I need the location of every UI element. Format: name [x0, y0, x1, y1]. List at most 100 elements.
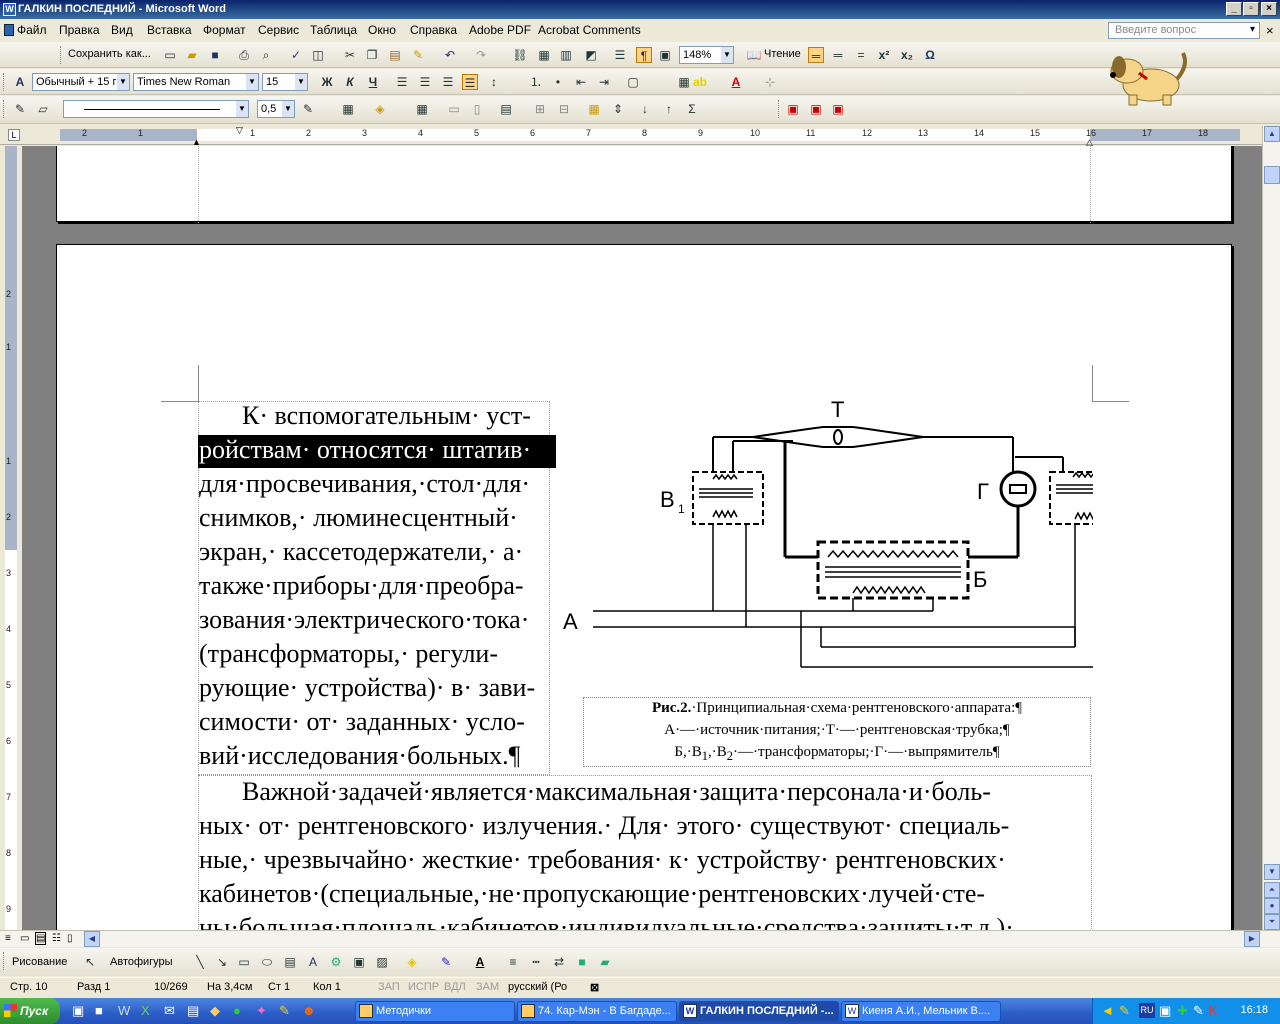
paragraph-line[interactable]: рующие· устройства)· в· зави-	[199, 671, 535, 705]
arrow-style-icon[interactable]: ⇄	[551, 954, 567, 970]
align-left-icon[interactable]: ☰	[394, 74, 410, 90]
normal-view-icon[interactable]: ≡	[5, 933, 11, 944]
menu-format[interactable]: Формат	[203, 23, 246, 37]
insert-hyperlink-icon[interactable]: ⛓	[512, 47, 528, 63]
paste-icon[interactable]: ▤	[387, 47, 403, 63]
undo-icon[interactable]: ↶	[442, 47, 458, 63]
quicklaunch-media-icon[interactable]: ●	[233, 1003, 241, 1018]
vertical-scrollbar[interactable]: ▲ ▼ ⏶ ● ⏷	[1262, 126, 1280, 930]
autosum-icon[interactable]: Σ	[684, 101, 700, 117]
justify-icon[interactable]: ☰	[462, 74, 478, 90]
paragraph-line[interactable]: ных· от· рентгеновского· излучения.· Для…	[199, 809, 1009, 843]
tray-speaker-icon[interactable]: ◄	[1101, 1003, 1114, 1018]
convert-to-pdf-icon[interactable]: ▣	[785, 101, 801, 117]
print-layout-view-icon[interactable]: ▤	[35, 932, 47, 945]
toolbar-grip[interactable]	[60, 46, 63, 64]
menu-tools[interactable]: Сервис	[258, 23, 299, 37]
eraser-icon[interactable]: ▱	[35, 101, 51, 117]
menu-view[interactable]: Вид	[111, 23, 133, 37]
split-cells-icon[interactable]: ▯	[469, 101, 485, 117]
tray-network-icon[interactable]: ✎	[1119, 1003, 1130, 1019]
zoom-select[interactable]: 148% ▼	[679, 46, 734, 64]
paragraph-line[interactable]: симости· от· заданных· усло-	[199, 705, 525, 739]
italic-icon[interactable]: К	[342, 74, 358, 90]
menu-insert[interactable]: Вставка	[147, 23, 192, 37]
paragraph-line[interactable]: вий·исследования·больных.¶	[199, 739, 520, 773]
select-objects-icon[interactable]: ↖	[82, 954, 98, 970]
open-folder-icon[interactable]: ▰	[184, 47, 200, 63]
cut-icon[interactable]: ✂	[342, 47, 358, 63]
clock[interactable]: 16:18	[1240, 1004, 1268, 1016]
line-weight-select[interactable]: 0,5 ▼	[257, 100, 295, 118]
menu-acrobat-comments[interactable]: Acrobat Comments	[538, 23, 641, 37]
research-icon[interactable]: ◫	[310, 47, 326, 63]
text-direction-icon[interactable]: ⇕	[610, 101, 626, 117]
spelling-status-icon[interactable]: ⊠	[590, 981, 599, 994]
start-button[interactable]: Пуск	[0, 998, 60, 1024]
superscript-icon[interactable]: x²	[876, 47, 892, 63]
document-area[interactable]: К· вспомогательным· уст- ройствам· относ…	[22, 146, 1262, 930]
paragraph-line[interactable]: зования·электрического·тока·	[199, 603, 529, 637]
close-button[interactable]: ×	[1261, 2, 1277, 16]
show-formatting-icon[interactable]: ¶	[636, 47, 652, 63]
line-style-icon[interactable]: ≡	[505, 954, 521, 970]
task-word-2[interactable]: W Киеня А.И., Мельник В....	[841, 1001, 1001, 1022]
font-select[interactable]: Times New Roman ▼	[133, 73, 259, 91]
shading-color-icon[interactable]: ◈	[372, 101, 388, 117]
sort-descending-icon[interactable]: ↑	[661, 101, 677, 117]
menu-window[interactable]: Окно	[368, 23, 396, 37]
line-spacing-icon[interactable]: ↕	[486, 74, 502, 90]
border-color-icon[interactable]: ✎	[300, 101, 316, 117]
merge-cells-icon[interactable]: ▭	[446, 101, 462, 117]
numbering-icon[interactable]: ⒈	[528, 74, 544, 90]
ask-dropdown-arrow-icon[interactable]: ▾	[1250, 24, 1255, 35]
cell-align-icon[interactable]: ▤	[498, 101, 514, 117]
toolbar-grip[interactable]	[3, 952, 6, 970]
status-track-changes[interactable]: ИСПР	[408, 981, 439, 993]
insert-picture-icon[interactable]: ▨	[374, 954, 390, 970]
reading-view-icon[interactable]: ▯	[67, 933, 73, 944]
cross-reference-icon[interactable]: ⊹	[762, 74, 778, 90]
distribute-cols-icon[interactable]: ⊟	[556, 101, 572, 117]
quicklaunch-explorer-icon[interactable]: ▤	[187, 1003, 199, 1019]
status-overtype[interactable]: ЗАМ	[476, 981, 499, 993]
save-as-button[interactable]: Сохранить как...	[68, 48, 151, 60]
ask-question-input[interactable]: Введите вопрос	[1108, 22, 1260, 39]
scroll-down-icon[interactable]: ▼	[1264, 864, 1280, 880]
outside-border-icon[interactable]: ▢	[625, 74, 641, 90]
3d-style-icon[interactable]: ▰	[597, 954, 613, 970]
align-center-icon[interactable]: ☰	[417, 74, 433, 90]
underline-icon[interactable]: Ч	[365, 74, 381, 90]
dash-style-icon[interactable]: ┅	[528, 954, 544, 970]
scroll-up-icon[interactable]: ▲	[1264, 126, 1280, 142]
quicklaunch-word-icon[interactable]: W	[118, 1003, 130, 1018]
copy-icon[interactable]: ❐	[364, 47, 380, 63]
scroll-right-icon[interactable]: ▶	[1244, 931, 1260, 947]
draw-menu-button[interactable]: Рисование	[12, 956, 67, 968]
quicklaunch-game-icon[interactable]: ✦	[256, 1003, 267, 1019]
sort-ascending-icon[interactable]: ↓	[637, 101, 653, 117]
menu-file[interactable]: Файл	[17, 23, 47, 37]
paragraph-line[interactable]: (трансформаторы,· регули-	[199, 637, 498, 671]
selected-line[interactable]: ройствам· относятся· штатив·	[199, 433, 531, 467]
quicklaunch-excel-icon[interactable]: X	[141, 1003, 150, 1018]
border-double-icon[interactable]: ═	[830, 47, 846, 63]
quicklaunch-desktop-icon[interactable]: ▣	[72, 1003, 84, 1019]
task-word-active[interactable]: W ГАЛКИН ПОСЛЕДНИЙ -...	[679, 1001, 839, 1022]
paragraph-line[interactable]: также·приборы·для·преобра-	[199, 569, 524, 603]
autoshapes-menu-button[interactable]: Автофигуры	[110, 956, 173, 968]
menu-table[interactable]: Таблица	[310, 23, 357, 37]
diagram-icon[interactable]: ⚙	[328, 954, 344, 970]
print-icon[interactable]: ⎙	[236, 47, 252, 63]
paragraph-line[interactable]: К· вспомогательным· уст-	[242, 399, 531, 433]
bullets-icon[interactable]: •	[550, 74, 566, 90]
office-assistant-dog[interactable]	[1105, 45, 1195, 107]
decrease-indent-icon[interactable]: ⇤	[573, 74, 589, 90]
font-size-select[interactable]: 15 ▼	[262, 73, 308, 91]
tray-antivirus-icon[interactable]: K	[1209, 1003, 1218, 1018]
quicklaunch-pencil-icon[interactable]: ✎	[279, 1003, 290, 1019]
xray-schematic-figure[interactable]: Т Г В 1 В 2 Б А	[563, 397, 1093, 677]
align-right-icon[interactable]: ☰	[440, 74, 456, 90]
arrow-tool-icon[interactable]: ↘	[214, 954, 230, 970]
draw-table-icon[interactable]: ✎	[12, 101, 28, 117]
